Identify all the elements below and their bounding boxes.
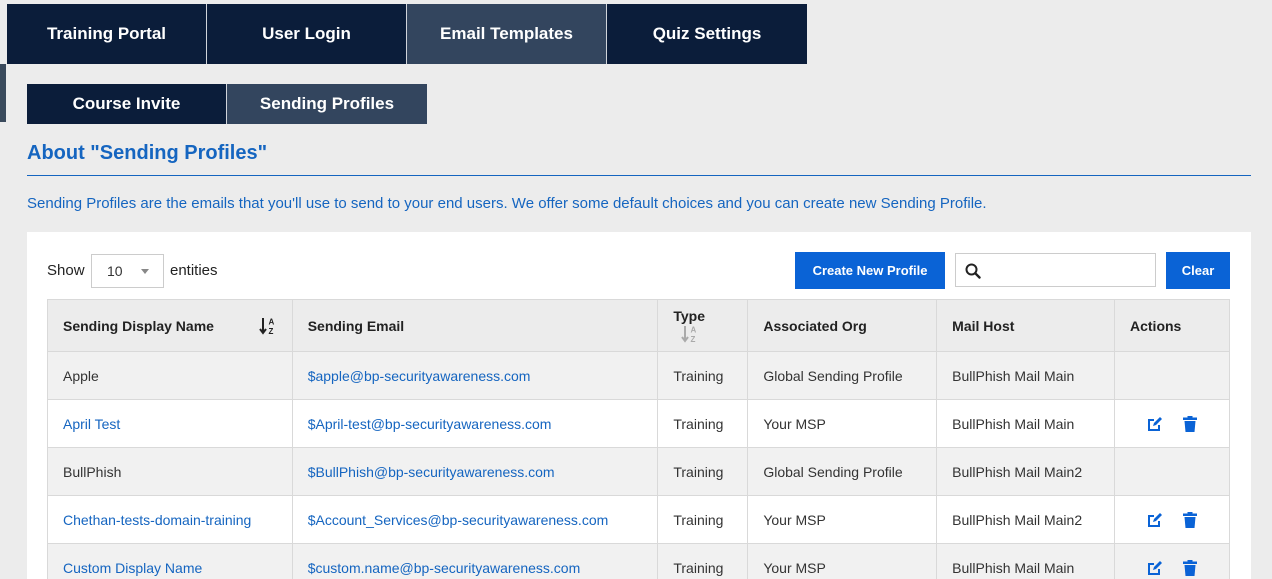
cell-associated-org: Your MSP bbox=[747, 543, 938, 579]
search-box[interactable] bbox=[955, 253, 1156, 287]
cell-display-name[interactable]: Chethan-tests-domain-training bbox=[47, 495, 293, 544]
left-accent-bar bbox=[0, 64, 6, 122]
tab-quiz-settings[interactable]: Quiz Settings bbox=[607, 4, 807, 64]
cell-type: Training bbox=[657, 447, 749, 496]
tab-user-login[interactable]: User Login bbox=[207, 4, 407, 64]
cell-display-name: Apple bbox=[47, 351, 293, 400]
cell-associated-org: Your MSP bbox=[747, 399, 938, 448]
cell-mail-host: BullPhish Mail Main bbox=[936, 399, 1115, 448]
header-mail-host[interactable]: Mail Host bbox=[936, 299, 1115, 352]
header-display-name[interactable]: Sending Display Name A Z bbox=[47, 299, 293, 352]
sort-alpha-icon[interactable]: A Z bbox=[258, 317, 277, 335]
table-row: BullPhish $BullPhish@bp-securityawarenes… bbox=[47, 447, 1230, 496]
svg-text:Z: Z bbox=[691, 335, 696, 343]
cell-associated-org: Global Sending Profile bbox=[747, 447, 938, 496]
about-title: About "Sending Profiles" bbox=[27, 142, 268, 164]
svg-text:Z: Z bbox=[268, 327, 273, 335]
cell-actions bbox=[1114, 447, 1230, 496]
cell-associated-org: Your MSP bbox=[747, 495, 938, 544]
search-input[interactable] bbox=[988, 258, 1148, 282]
tab-email-templates[interactable]: Email Templates bbox=[407, 4, 607, 64]
entities-label: entities bbox=[170, 262, 218, 279]
subtab-sending-profiles[interactable]: Sending Profiles bbox=[227, 84, 427, 124]
cell-actions bbox=[1114, 351, 1230, 400]
about-description: Sending Profiles are the emails that you… bbox=[27, 195, 987, 212]
svg-text:A: A bbox=[268, 318, 274, 327]
cell-mail-host: BullPhish Mail Main bbox=[936, 543, 1115, 579]
cell-sending-email[interactable]: $April-test@bp-securityawareness.com bbox=[291, 399, 659, 448]
subtab-course-invite[interactable]: Course Invite bbox=[27, 84, 227, 124]
cell-sending-email[interactable]: $custom.name@bp-securityawareness.com bbox=[291, 543, 659, 579]
table-row: Apple $apple@bp-securityawareness.com Tr… bbox=[47, 351, 1230, 400]
table-row: Chethan-tests-domain-training $Account_S… bbox=[47, 495, 1230, 544]
header-type[interactable]: Type A Z bbox=[657, 299, 749, 352]
cell-type: Training bbox=[657, 543, 749, 579]
header-actions: Actions bbox=[1114, 299, 1230, 352]
cell-mail-host: BullPhish Mail Main bbox=[936, 351, 1115, 400]
edit-icon[interactable] bbox=[1147, 416, 1163, 432]
cell-actions bbox=[1114, 399, 1230, 448]
edit-icon[interactable] bbox=[1147, 560, 1163, 576]
cell-mail-host: BullPhish Mail Main2 bbox=[936, 447, 1115, 496]
header-associated-org[interactable]: Associated Org bbox=[747, 299, 938, 352]
svg-text:A: A bbox=[691, 325, 697, 334]
profiles-panel: Show 10 entities Create New Profile Clea… bbox=[27, 232, 1251, 579]
about-divider bbox=[27, 175, 1251, 176]
cell-type: Training bbox=[657, 495, 749, 544]
cell-actions bbox=[1114, 495, 1230, 544]
trash-icon[interactable] bbox=[1182, 512, 1197, 529]
header-sending-email[interactable]: Sending Email bbox=[291, 299, 659, 352]
cell-associated-org: Global Sending Profile bbox=[747, 351, 938, 400]
edit-icon[interactable] bbox=[1147, 512, 1163, 528]
cell-display-name: BullPhish bbox=[47, 447, 293, 496]
profiles-table: Sending Display Name A Z Sending Email T… bbox=[47, 299, 1230, 579]
top-tabs: Training Portal User Login Email Templat… bbox=[7, 4, 807, 64]
cell-display-name[interactable]: April Test bbox=[47, 399, 293, 448]
table-row: Custom Display Name $custom.name@bp-secu… bbox=[47, 543, 1230, 579]
entries-value: 10 bbox=[107, 263, 123, 279]
cell-actions bbox=[1114, 543, 1230, 579]
tab-training-portal[interactable]: Training Portal bbox=[7, 4, 207, 64]
table-header-row: Sending Display Name A Z Sending Email T… bbox=[47, 299, 1230, 352]
sub-tabs: Course Invite Sending Profiles bbox=[27, 84, 427, 124]
trash-icon[interactable] bbox=[1182, 560, 1197, 577]
cell-sending-email[interactable]: $BullPhish@bp-securityawareness.com bbox=[291, 447, 659, 496]
caret-down-icon bbox=[141, 269, 149, 274]
cell-display-name[interactable]: Custom Display Name bbox=[47, 543, 293, 579]
cell-type: Training bbox=[657, 351, 749, 400]
cell-sending-email[interactable]: $Account_Services@bp-securityawareness.c… bbox=[291, 495, 659, 544]
search-icon bbox=[965, 263, 981, 279]
cell-mail-host: BullPhish Mail Main2 bbox=[936, 495, 1115, 544]
trash-icon[interactable] bbox=[1182, 416, 1197, 433]
table-row: April Test $April-test@bp-securityawaren… bbox=[47, 399, 1230, 448]
show-label: Show bbox=[47, 262, 85, 279]
cell-type: Training bbox=[657, 399, 749, 448]
cell-sending-email[interactable]: $apple@bp-securityawareness.com bbox=[291, 351, 659, 400]
sort-alpha-icon[interactable]: A Z bbox=[681, 325, 699, 343]
create-new-profile-button[interactable]: Create New Profile bbox=[795, 252, 945, 289]
entries-select[interactable]: 10 bbox=[91, 254, 164, 288]
clear-button[interactable]: Clear bbox=[1166, 252, 1230, 289]
